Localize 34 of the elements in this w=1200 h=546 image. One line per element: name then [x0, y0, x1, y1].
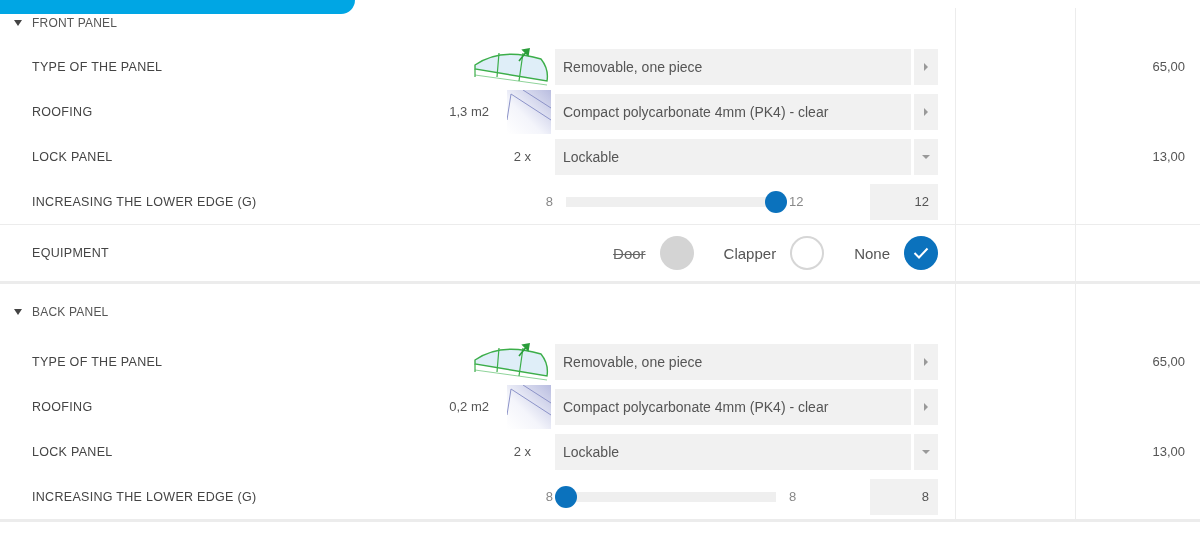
quantity-text: 2 x [513, 149, 531, 164]
select-field[interactable]: Lockable [555, 433, 911, 470]
slider-max: 8 [789, 489, 797, 504]
row-label: LOCK PANEL [32, 149, 113, 164]
select-field[interactable]: Compact polycarbonate 4mm (PK4) - clear [555, 388, 911, 425]
option-label: None [854, 244, 890, 262]
row-label: ROOFING [32, 399, 93, 414]
row-label: ROOFING [32, 104, 93, 119]
row-label: TYPE OF THE PANEL [32, 354, 163, 369]
select-field[interactable]: Lockable [555, 138, 911, 175]
price-text: 65,00 [1152, 354, 1185, 369]
row-label: LOCK PANEL [32, 444, 113, 459]
quantity-text: 0,2 m2 [449, 399, 489, 414]
value-field[interactable]: 8 [870, 478, 938, 515]
option-label: Clapper [723, 244, 777, 262]
select-field[interactable]: Removable, one piece [555, 343, 911, 380]
select-field[interactable]: Removable, one piece [555, 48, 911, 85]
row-label: INCREASING THE LOWER EDGE (G) [32, 489, 257, 504]
section-title: FRONT PANEL [32, 16, 118, 30]
quantity-text: 2 x [513, 444, 531, 459]
row-label: EQUIPMENT [32, 246, 109, 260]
value-field[interactable]: 12 [870, 183, 938, 220]
price-text: 65,00 [1152, 59, 1185, 74]
option-label: Door [613, 244, 646, 262]
row-label: INCREASING THE LOWER EDGE (G) [32, 194, 257, 209]
row-label: TYPE OF THE PANEL [32, 59, 163, 74]
price-text: 13,00 [1152, 149, 1185, 164]
section-title: BACK PANEL [32, 304, 109, 319]
slider-max: 12 [789, 194, 804, 209]
slider-min: 8 [545, 194, 553, 209]
price-text: 13,00 [1152, 444, 1185, 459]
slider-min: 8 [545, 489, 553, 504]
select-field[interactable]: Compact polycarbonate 4mm (PK4) - clear [555, 93, 911, 130]
quantity-text: 1,3 m2 [449, 104, 489, 119]
